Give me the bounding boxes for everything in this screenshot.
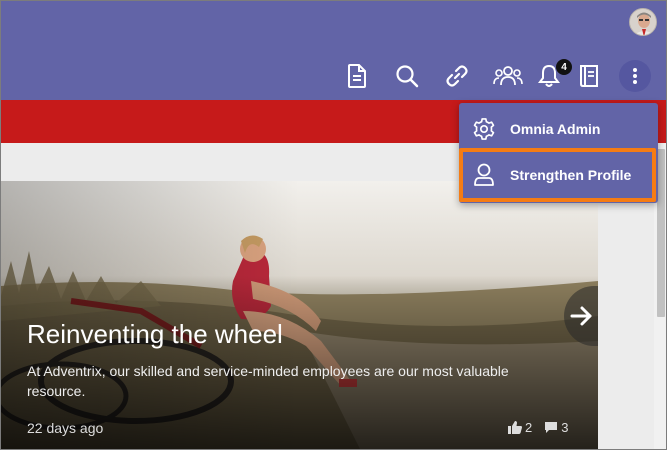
thumbs-up-icon <box>508 421 522 434</box>
gear-icon <box>472 117 496 141</box>
more-menu: Omnia Admin Strengthen Profile <box>459 103 658 203</box>
menu-item-omnia-admin[interactable]: Omnia Admin <box>459 107 658 151</box>
comments-stat[interactable]: 3 <box>544 420 568 435</box>
link-icon[interactable] <box>441 60 473 92</box>
comments-count: 3 <box>561 420 569 435</box>
hero-image <box>1 181 598 449</box>
user-icon <box>472 163 496 187</box>
more-icon[interactable] <box>619 60 651 92</box>
avatar[interactable] <box>629 8 657 36</box>
scrollbar-thumb[interactable] <box>657 149 665 317</box>
comment-icon <box>545 422 558 433</box>
top-bar: 4 <box>1 1 666 100</box>
likes-count: 2 <box>525 420 533 435</box>
menu-item-label: Omnia Admin <box>510 121 601 137</box>
arrow-right-icon <box>570 306 592 326</box>
search-icon[interactable] <box>391 60 423 92</box>
menu-item-label: Strengthen Profile <box>510 167 632 183</box>
document-icon[interactable] <box>341 60 373 92</box>
app-window: 4 Reinventing the wheel At Adventrix, ou… <box>0 0 667 450</box>
hero-card[interactable] <box>1 181 598 449</box>
book-icon[interactable] <box>573 60 605 92</box>
menu-item-strengthen-profile[interactable]: Strengthen Profile <box>459 153 658 197</box>
hero-date: 22 days ago <box>27 420 104 436</box>
hero-description: At Adventrix, our skilled and service-mi… <box>27 363 509 399</box>
people-icon[interactable] <box>491 60 525 92</box>
notification-badge: 4 <box>555 58 573 76</box>
right-panel <box>598 181 654 449</box>
hero-title[interactable]: Reinventing the wheel <box>27 319 283 350</box>
hero-stats: 2 3 <box>508 420 576 435</box>
likes-stat[interactable]: 2 <box>508 420 532 435</box>
